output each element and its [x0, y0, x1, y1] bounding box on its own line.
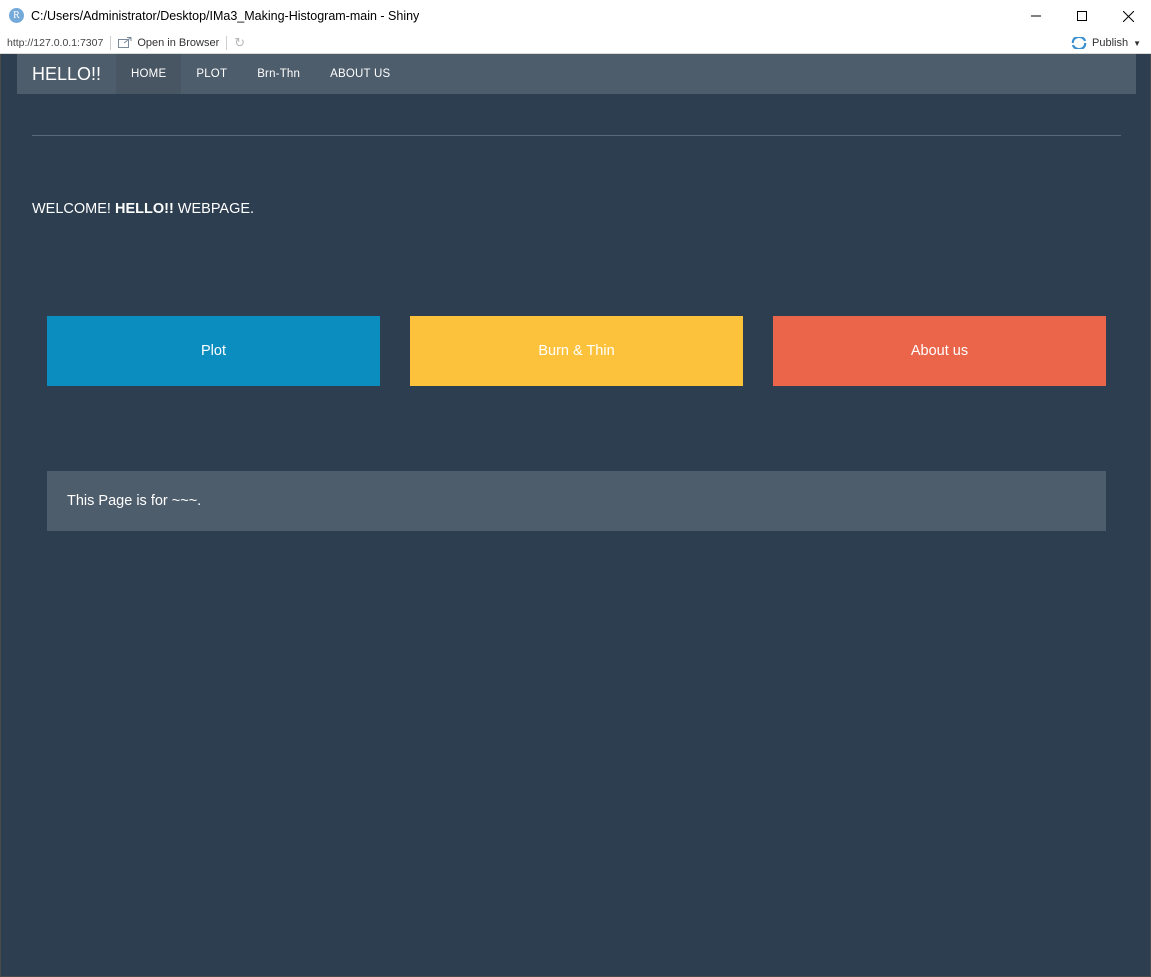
info-panel: This Page is for ~~~. — [47, 471, 1106, 531]
toolbar-divider — [226, 35, 228, 50]
navbar-brand[interactable]: HELLO!! — [17, 54, 116, 94]
window-title-bar: R C:/Users/Administrator/Desktop/IMa3_Ma… — [0, 0, 1151, 32]
maximize-icon — [1077, 11, 1087, 21]
chevron-down-icon: ▼ — [1133, 38, 1141, 48]
tab-about-us[interactable]: ABOUT US — [315, 54, 405, 94]
window-title: C:/Users/Administrator/Desktop/IMa3_Maki… — [31, 8, 420, 23]
tab-home[interactable]: HOME — [116, 54, 182, 94]
open-in-browser-button[interactable]: Open in Browser — [118, 37, 219, 49]
plot-button-label: Plot — [201, 343, 226, 359]
burn-thin-button[interactable]: Burn & Thin — [410, 316, 743, 386]
refresh-icon[interactable]: ↻ — [234, 35, 245, 51]
maximize-button[interactable] — [1059, 0, 1105, 32]
r-app-icon: R — [9, 8, 24, 23]
tab-brn-thn[interactable]: Brn-Thn — [242, 54, 315, 94]
publish-label: Publish — [1092, 37, 1129, 49]
publish-icon — [1071, 37, 1087, 49]
open-in-browser-icon — [118, 37, 132, 48]
about-us-button[interactable]: About us — [773, 316, 1106, 386]
publish-button[interactable]: Publish ▼ — [1071, 32, 1141, 54]
navbar: HELLO!! HOME PLOT Brn-Thn ABOUT US — [17, 54, 1136, 94]
minimize-button[interactable] — [1013, 0, 1059, 32]
close-icon — [1122, 10, 1134, 22]
toolbar-divider — [110, 35, 112, 50]
welcome-text: WELCOME! HELLO!! WEBPAGE. — [32, 201, 254, 217]
divider — [32, 135, 1121, 136]
minimize-icon — [1031, 15, 1041, 17]
welcome-suffix: WEBPAGE. — [173, 201, 255, 217]
close-button[interactable] — [1105, 0, 1151, 32]
welcome-prefix: WELCOME! — [32, 201, 115, 217]
about-us-button-label: About us — [910, 343, 969, 359]
plot-button[interactable]: Plot — [47, 316, 380, 386]
info-text: This Page is for ~~~. — [67, 493, 202, 509]
tab-plot[interactable]: PLOT — [181, 54, 242, 94]
window-controls — [1013, 0, 1151, 32]
open-in-browser-label: Open in Browser — [137, 36, 220, 49]
shiny-app: HELLO!! HOME PLOT Brn-Thn ABOUT US WELCO… — [0, 54, 1151, 977]
burn-thin-button-label: Burn & Thin — [538, 343, 615, 359]
welcome-bold: HELLO!! — [114, 201, 174, 217]
url-display[interactable]: http://127.0.0.1:7307 — [7, 37, 103, 49]
viewer-toolbar: http://127.0.0.1:7307 Open in Browser ↻ … — [0, 32, 1151, 54]
